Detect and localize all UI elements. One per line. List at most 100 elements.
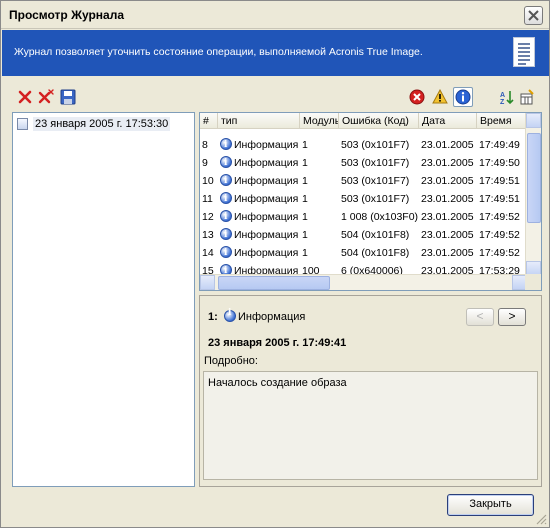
info-icon xyxy=(220,244,232,262)
info-filter-button[interactable] xyxy=(453,87,473,107)
cell-type: Информация xyxy=(220,244,300,262)
cell-date: 23.01.2005 xyxy=(421,172,477,190)
cell-number: 12 xyxy=(202,208,218,226)
detail-text-box[interactable]: Началось создание образа xyxy=(203,371,538,480)
column-header-type[interactable]: тип xyxy=(218,113,300,129)
next-event-button[interactable]: > xyxy=(498,308,526,326)
close-icon xyxy=(528,10,539,21)
log-list: 23 января 2005 г. 17:53:30 xyxy=(12,112,195,487)
cell-time: 17:49:52 xyxy=(479,226,527,244)
column-header-error[interactable]: Ошибка (Код) xyxy=(339,113,419,129)
table-row[interactable]: 13 Информация1 504 (0x101F8) 23.01.2005 17:4… xyxy=(200,226,527,244)
previous-event-button[interactable]: < xyxy=(466,308,494,326)
scroll-up-arrow[interactable] xyxy=(526,113,541,128)
detail-heading: Подробно: xyxy=(204,355,258,367)
cell-error: 504 (0x101F8) xyxy=(341,244,419,262)
cell-time-text: 17:49:51 xyxy=(479,193,520,205)
cell-module: 1 xyxy=(302,190,339,208)
log-document-icon xyxy=(17,118,28,130)
info-icon xyxy=(220,172,232,190)
warnings-filter-icon[interactable] xyxy=(432,89,448,105)
cell-module: 1 xyxy=(302,226,339,244)
errors-filter-icon[interactable] xyxy=(409,89,425,105)
cell-date-text: 23.01.2005 xyxy=(421,157,474,169)
cell-time: 17:49:52 xyxy=(479,244,527,262)
horizontal-scrollbar[interactable] xyxy=(200,274,527,290)
table-row[interactable]: 8 Информация1 503 (0x101F7) 23.01.2005 17:49… xyxy=(200,136,527,154)
cell-time: 17:49:49 xyxy=(479,136,527,154)
sort-icon[interactable]: A Z xyxy=(499,89,515,105)
horizontal-scroll-thumb[interactable] xyxy=(218,276,330,290)
close-button[interactable]: Закрыть xyxy=(447,494,534,516)
cell-error-text: 503 (0x101F7) xyxy=(341,139,410,151)
cell-module-text: 1 xyxy=(302,139,308,151)
cell-date: 23.01.2005 xyxy=(421,244,477,262)
cell-module-text: 1 xyxy=(302,193,308,205)
cell-date: 23.01.2005 xyxy=(421,190,477,208)
log-viewer-window: Просмотр Журнала Журнал позволяет уточни… xyxy=(0,0,550,528)
cell-time: 17:49:52 xyxy=(479,208,527,226)
table-row[interactable]: 11 Информация1 503 (0x101F7) 23.01.2005 17:4… xyxy=(200,190,527,208)
delete-all-icon[interactable] xyxy=(38,89,54,105)
cell-number: 13 xyxy=(202,226,218,244)
cell-type: Информация xyxy=(220,154,300,172)
cell-module: 1 xyxy=(302,136,339,154)
cell-number-text: 10 xyxy=(202,175,214,187)
column-header-module[interactable]: Модуль xyxy=(300,113,339,129)
cell-number-text: 8 xyxy=(202,139,208,151)
columns-icon[interactable] xyxy=(519,89,535,105)
log-document-icon xyxy=(513,37,535,67)
vertical-scroll-thumb[interactable] xyxy=(527,133,541,223)
window-title: Просмотр Журнала xyxy=(9,8,125,22)
info-icon xyxy=(220,226,232,244)
log-list-item-label: 23 января 2005 г. 17:53:30 xyxy=(33,117,171,131)
column-header-date[interactable]: Дата xyxy=(419,113,477,129)
cell-type-text: Информация xyxy=(234,229,299,241)
table-row[interactable]: 12 Информация1 1 008 (0x103F0)23.01.2005 17… xyxy=(200,208,527,226)
cell-time-text: 17:49:50 xyxy=(479,157,520,169)
cell-error: 503 (0x101F7) xyxy=(341,172,419,190)
cell-error: 503 (0x101F7) xyxy=(341,154,419,172)
log-list-item[interactable]: 23 января 2005 г. 17:53:30 xyxy=(17,116,171,132)
detail-number: 1: xyxy=(208,311,218,323)
resize-grip-icon[interactable] xyxy=(535,513,547,525)
column-header-time[interactable]: Время xyxy=(477,113,527,129)
cell-number: 10 xyxy=(202,172,218,190)
cell-type: Информация xyxy=(220,136,300,154)
cell-date: 23.01.2005 xyxy=(421,136,477,154)
cell-error: 503 (0x101F7) xyxy=(341,190,419,208)
cell-date-text: 23.01.2005 xyxy=(421,193,474,205)
table-row[interactable]: 10 Информация1 503 (0x101F7) 23.01.2005 17:4… xyxy=(200,172,527,190)
cell-type-text: Информация xyxy=(234,211,299,223)
info-icon xyxy=(220,208,232,226)
cell-date-text: 23.01.2005 xyxy=(421,175,474,187)
info-filter-icon xyxy=(455,89,471,105)
cell-type: Информация xyxy=(220,226,300,244)
cell-module: 1 xyxy=(302,172,339,190)
info-icon xyxy=(224,308,236,322)
save-icon[interactable] xyxy=(60,89,76,105)
scroll-left-arrow[interactable] xyxy=(200,275,215,290)
cell-module-text: 1 xyxy=(302,211,308,223)
table-row[interactable]: 9 Информация1 503 (0x101F7) 23.01.2005 17:49… xyxy=(200,154,527,172)
cell-module-text: 1 xyxy=(302,157,308,169)
cell-number-text: 14 xyxy=(202,247,214,259)
cell-time-text: 17:49:52 xyxy=(479,247,520,259)
cell-error: 1 008 (0x103F0) xyxy=(341,208,419,226)
table-row[interactable]: 14 Информация1 504 (0x101F8) 23.01.2005 17:4… xyxy=(200,244,527,262)
column-header-number[interactable]: # xyxy=(200,113,218,129)
cell-error-text: 504 (0x101F8) xyxy=(341,229,410,241)
cell-time-text: 17:49:49 xyxy=(479,139,520,151)
delete-icon[interactable] xyxy=(17,89,33,105)
cell-date-text: 23.01.2005 xyxy=(421,247,474,259)
cell-date-text: 23.01.2005 xyxy=(421,211,474,223)
cell-error: 503 (0x101F7) xyxy=(341,136,419,154)
cell-number: 11 xyxy=(202,190,218,208)
cell-error-text: 503 (0x101F7) xyxy=(341,175,410,187)
cell-type: Информация xyxy=(220,190,300,208)
vertical-scrollbar[interactable] xyxy=(525,113,541,276)
info-icon xyxy=(220,154,232,172)
window-close-button[interactable] xyxy=(524,6,543,25)
detail-text: Началось создание образа xyxy=(208,377,347,389)
banner-text: Журнал позволяет уточнить состояние опер… xyxy=(14,46,423,58)
